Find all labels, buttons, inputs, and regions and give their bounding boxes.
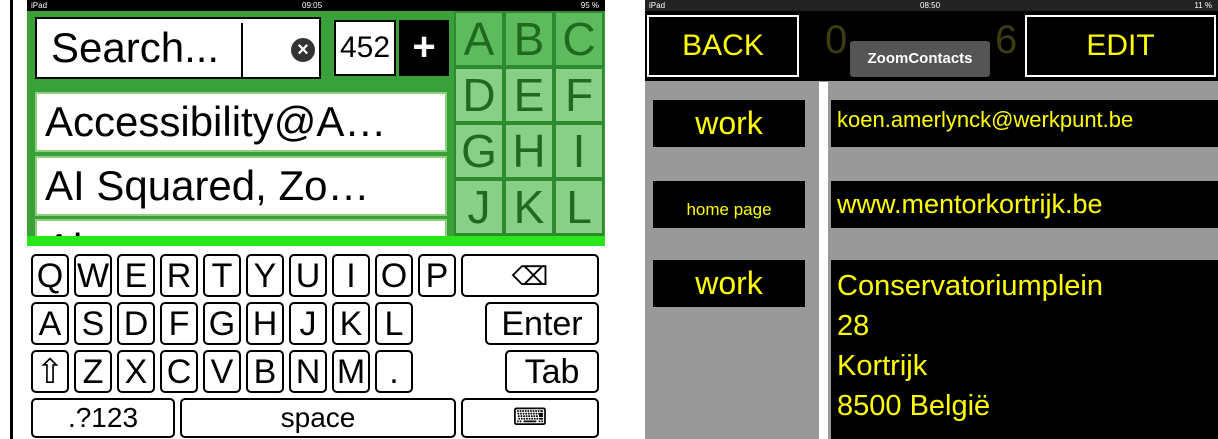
key-k[interactable]: K xyxy=(332,302,370,345)
clock: 08:50 xyxy=(920,1,941,10)
key-p[interactable]: P xyxy=(418,254,456,297)
key-s[interactable]: S xyxy=(74,302,112,345)
edit-button[interactable]: EDIT xyxy=(1025,15,1216,77)
numbers-key[interactable]: .?123 xyxy=(31,398,175,438)
app-title: ZoomContacts xyxy=(850,41,990,77)
index-letter-j[interactable]: J xyxy=(454,179,504,235)
list-item[interactable]: Accessibility@A… xyxy=(35,92,447,152)
status-bar: iPad 08:50 11 % xyxy=(645,0,1218,11)
key-v[interactable]: V xyxy=(203,350,241,393)
column-divider xyxy=(819,82,828,439)
enter-key[interactable]: Enter xyxy=(485,302,599,345)
index-letter-e[interactable]: E xyxy=(504,67,554,123)
field-label-work: work xyxy=(653,260,805,307)
keyboard: Q W E R T Y U I O P ⌫ A S D F G H J K L … xyxy=(27,246,605,439)
index-letter-a[interactable]: A xyxy=(454,11,504,67)
key-o[interactable]: O xyxy=(375,254,413,297)
battery-indicator: 95 % xyxy=(580,1,599,10)
field-label-home-page: home page xyxy=(653,181,805,228)
left-border xyxy=(10,0,13,439)
key-c[interactable]: C xyxy=(160,350,198,393)
left-screen: iPad 09:05 95 % Search... × 452 + Access… xyxy=(27,0,605,439)
shift-icon[interactable]: ⇧ xyxy=(31,350,69,393)
key-q[interactable]: Q xyxy=(31,254,69,297)
key-a[interactable]: A xyxy=(31,302,69,345)
email-value[interactable]: koen.amerlynck@werkpunt.be xyxy=(831,100,1218,147)
index-letter-h[interactable]: H xyxy=(504,123,554,179)
homepage-value[interactable]: www.mentorkortrijk.be xyxy=(831,181,1218,228)
key-b[interactable]: B xyxy=(246,350,284,393)
device-label: iPad xyxy=(649,1,666,10)
index-letter-i[interactable]: I xyxy=(554,123,604,179)
divider-bar xyxy=(27,236,605,246)
field-label-work: work xyxy=(653,100,805,147)
key-l[interactable]: L xyxy=(375,302,413,345)
address-line: 28 xyxy=(837,310,870,342)
phone-number-end: 6 xyxy=(995,18,1018,62)
address-line: Kortrijk xyxy=(837,350,928,382)
text-cursor xyxy=(241,23,243,77)
key-period[interactable]: . xyxy=(375,350,413,393)
clock: 09:05 xyxy=(302,1,323,10)
device-label: iPad xyxy=(31,1,48,10)
key-m[interactable]: M xyxy=(332,350,370,393)
key-f[interactable]: F xyxy=(160,302,198,345)
key-y[interactable]: Y xyxy=(246,254,284,297)
key-x[interactable]: X xyxy=(117,350,155,393)
index-letter-k[interactable]: K xyxy=(504,179,554,235)
key-h[interactable]: H xyxy=(246,302,284,345)
search-field[interactable]: Search... × xyxy=(35,17,321,79)
address-line: Conservatoriumplein xyxy=(837,270,1103,302)
clear-icon[interactable]: × xyxy=(291,38,315,62)
alphabet-index: A B C D E F G H I J K L M N O xyxy=(454,11,604,291)
key-i[interactable]: I xyxy=(332,254,370,297)
index-letter-f[interactable]: F xyxy=(554,67,604,123)
tab-key[interactable]: Tab xyxy=(505,350,599,393)
key-e[interactable]: E xyxy=(117,254,155,297)
contact-count: 452 xyxy=(334,20,396,76)
index-letter-g[interactable]: G xyxy=(454,123,504,179)
phone-number-start: 0 xyxy=(825,18,848,62)
key-w[interactable]: W xyxy=(74,254,112,297)
index-letter-b[interactable]: B xyxy=(504,11,554,67)
backspace-icon[interactable]: ⌫ xyxy=(461,254,599,297)
address-line: 8500 België xyxy=(837,390,991,422)
key-t[interactable]: T xyxy=(203,254,241,297)
index-letter-d[interactable]: D xyxy=(454,67,504,123)
right-screen: iPad 08:50 11 % 0 6 BACK EDIT ZoomContac… xyxy=(645,0,1218,439)
key-r[interactable]: R xyxy=(160,254,198,297)
search-input[interactable]: Search... xyxy=(51,24,219,72)
key-z[interactable]: Z xyxy=(74,350,112,393)
key-n[interactable]: N xyxy=(289,350,327,393)
list-item[interactable]: AI Squared, Zo… xyxy=(35,156,447,216)
key-j[interactable]: J xyxy=(289,302,327,345)
index-letter-c[interactable]: C xyxy=(554,11,604,67)
battery-indicator: 11 % xyxy=(1194,1,1212,10)
address-value[interactable]: Conservatoriumplein 28 Kortrijk 8500 Bel… xyxy=(831,260,1218,439)
index-letter-l[interactable]: L xyxy=(554,179,604,235)
status-bar: iPad 09:05 95 % xyxy=(27,0,605,11)
key-d[interactable]: D xyxy=(117,302,155,345)
key-g[interactable]: G xyxy=(203,302,241,345)
space-key[interactable]: space xyxy=(180,398,456,438)
back-button[interactable]: BACK xyxy=(647,15,799,77)
add-contact-button[interactable]: + xyxy=(399,20,449,76)
key-u[interactable]: U xyxy=(289,254,327,297)
keyboard-hide-icon[interactable]: ⌨ xyxy=(461,398,599,438)
